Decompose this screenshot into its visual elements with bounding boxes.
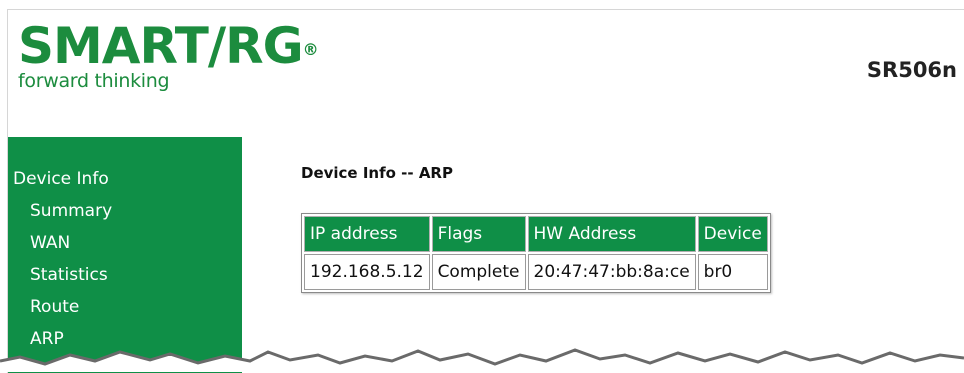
sidebar-item-arp[interactable]: ARP (30, 329, 64, 349)
sidebar-item-device-info[interactable]: Device Info (13, 169, 109, 189)
sidebar: Device Info Summary WAN Statistics Route… (8, 137, 242, 373)
cell-hw-address: 20:47:47:bb:8a:ce (527, 254, 696, 290)
sidebar-item-route[interactable]: Route (30, 297, 79, 317)
cell-ip-address: 192.168.5.12 (304, 254, 430, 290)
cell-device: br0 (697, 254, 768, 290)
table-header-row: IP address Flags HW Address Device (304, 216, 768, 252)
logo-wordmark: SMART/RG® (18, 17, 319, 75)
column-header-device: Device (697, 216, 768, 252)
logo-text: SMART/RG (18, 17, 304, 75)
column-header-hw-address: HW Address (527, 216, 696, 252)
column-header-ip-address: IP address (304, 216, 430, 252)
sidebar-item-statistics[interactable]: Statistics (30, 265, 108, 285)
arp-table: IP address Flags HW Address Device 192.1… (301, 213, 771, 293)
router-page: SMART/RG® forward thinking SR506n Device… (7, 9, 964, 373)
table-row: 192.168.5.12 Complete 20:47:47:bb:8a:ce … (304, 254, 768, 290)
page-title: Device Info -- ARP (301, 164, 453, 182)
sidebar-item-summary[interactable]: Summary (30, 201, 112, 221)
registered-mark: ® (302, 40, 319, 59)
column-header-flags: Flags (431, 216, 526, 252)
smartrg-logo: SMART/RG® forward thinking (18, 17, 319, 92)
model-name: SR506n (866, 58, 957, 82)
sidebar-item-wan[interactable]: WAN (30, 233, 70, 253)
cell-flags: Complete (431, 254, 526, 290)
